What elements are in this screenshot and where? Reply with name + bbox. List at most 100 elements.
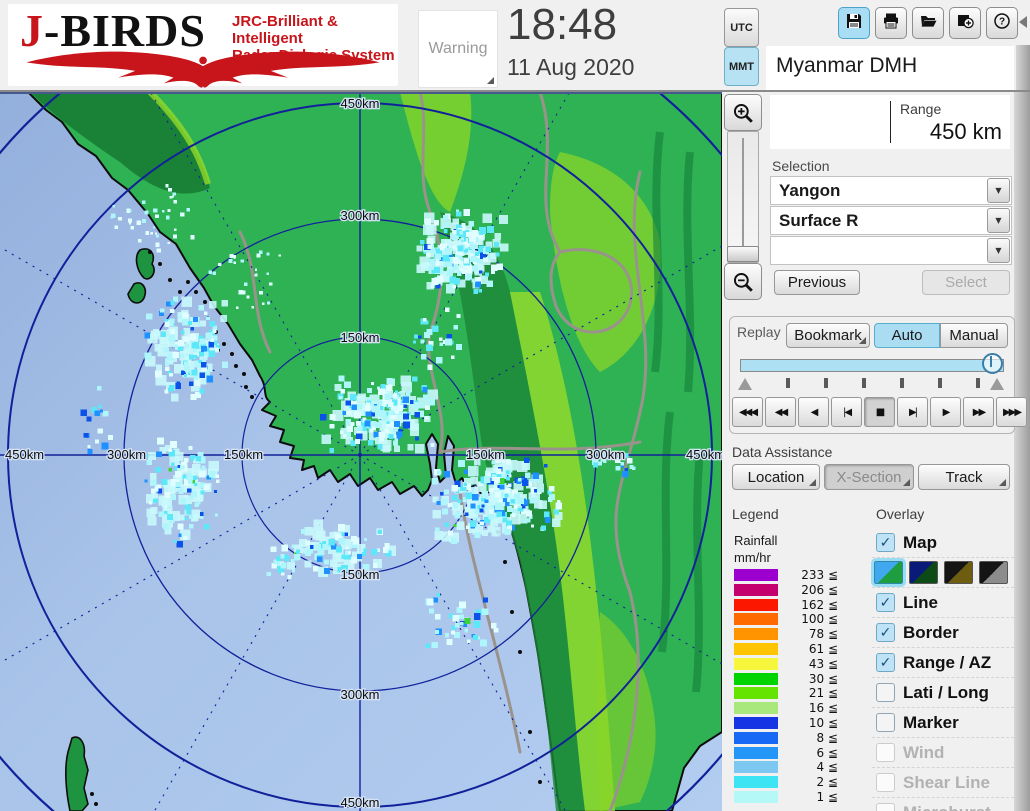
overlay-item-microburst: Microburst bbox=[872, 798, 1014, 811]
legend-unit: Rainfall mm/hr bbox=[734, 532, 777, 566]
legend-swatch bbox=[734, 687, 778, 700]
checkbox-checked-icon[interactable]: ✓ bbox=[876, 593, 895, 612]
map-style-dark-blue-swatch[interactable] bbox=[909, 561, 938, 584]
range-display: Range 450 km bbox=[770, 95, 1010, 149]
eagle-logo-icon bbox=[26, 51, 380, 88]
stop-button[interactable]: ■ bbox=[864, 397, 895, 427]
legend-scale: 233 ≦ 206 ≦ 162 ≦ 100 ≦ 78 ≦ 61 ≦ 43 ≦ 30 ≦ 21 ≦… bbox=[734, 568, 854, 805]
overlay-item-map[interactable]: ✓ Map bbox=[872, 528, 1014, 558]
manual-label: Manual bbox=[949, 327, 999, 344]
replay-slider-thumb[interactable] bbox=[982, 353, 1003, 374]
overlay-item-line[interactable]: ✓ Line bbox=[872, 588, 1014, 618]
range-ring-label: 450km bbox=[5, 447, 44, 462]
slider-end-marker bbox=[738, 378, 752, 390]
overlay-item-label: Wind bbox=[903, 742, 945, 762]
range-ring-label: 150km bbox=[340, 567, 379, 582]
legend-value: 100 ≦ bbox=[801, 612, 838, 627]
zoom-slider-thumb[interactable] bbox=[727, 246, 759, 262]
replay-tick-row bbox=[738, 377, 1004, 391]
overlay-item-range-az[interactable]: ✓ Range / AZ bbox=[872, 648, 1014, 678]
legend-value: 6 ≦ bbox=[816, 745, 838, 760]
map-zoom-control bbox=[724, 94, 762, 300]
legend-row: 16 ≦ bbox=[734, 701, 854, 716]
checkbox-checked-icon[interactable]: ✓ bbox=[876, 623, 895, 642]
radar-map-canvas: 450km 300km 150km 150km 300km 450km 450km 300km… bbox=[0, 0, 831, 811]
checkbox-icon[interactable] bbox=[876, 683, 895, 702]
floppy-icon bbox=[845, 12, 863, 35]
select-label: Select bbox=[945, 274, 987, 291]
step-back-button[interactable]: ◀ bbox=[798, 397, 829, 427]
last-frame-button[interactable]: ▶| bbox=[897, 397, 928, 427]
forward-button[interactable]: ▶▶ bbox=[963, 397, 994, 427]
open-button[interactable] bbox=[912, 7, 944, 39]
legend-row: 43 ≦ bbox=[734, 657, 854, 672]
legend-value: 30 ≦ bbox=[808, 671, 838, 686]
help-button[interactable]: ? bbox=[986, 7, 1018, 39]
mmt-button[interactable]: MMT bbox=[724, 47, 759, 86]
legend-row: 30 ≦ bbox=[734, 672, 854, 687]
first-frame-button[interactable]: |◀ bbox=[831, 397, 862, 427]
manual-button[interactable]: Manual bbox=[940, 323, 1008, 348]
slider-tick bbox=[786, 378, 790, 388]
rewind-fast-button[interactable]: ◀◀◀ bbox=[732, 397, 763, 427]
radar-map[interactable]: 450km 300km 150km 150km 300km 450km 450km 300km… bbox=[0, 0, 831, 811]
bookmark-button[interactable]: Bookmark bbox=[786, 323, 870, 348]
clock-time: 18:48 bbox=[507, 0, 618, 49]
data-assistance-label: Data Assistance bbox=[732, 444, 833, 460]
select-button[interactable]: Select bbox=[922, 270, 1010, 295]
help-icon: ? bbox=[993, 12, 1011, 35]
overlay-item-label: Marker bbox=[903, 712, 959, 732]
location-button[interactable]: Location bbox=[732, 464, 820, 490]
zoom-in-button[interactable] bbox=[724, 94, 762, 131]
legend-row: 1 ≦ bbox=[734, 790, 854, 805]
add-image-button[interactable] bbox=[949, 7, 981, 39]
replay-slider-track[interactable] bbox=[740, 359, 1004, 372]
x-section-label: X-Section bbox=[836, 468, 902, 486]
chevron-down-icon[interactable]: ▼ bbox=[987, 208, 1010, 233]
auto-button[interactable]: Auto bbox=[874, 323, 940, 348]
print-button[interactable] bbox=[875, 7, 907, 39]
track-button[interactable]: Track bbox=[918, 464, 1010, 490]
header-bar: J-BIRDS JRC-Brilliant & Intelligent Rada… bbox=[0, 0, 1030, 92]
checkbox-icon bbox=[876, 773, 895, 792]
zoom-out-button[interactable] bbox=[724, 263, 762, 300]
chevron-down-icon[interactable]: ▼ bbox=[987, 238, 1010, 263]
map-style-gray-swatch[interactable] bbox=[979, 561, 1008, 584]
overlay-item-border[interactable]: ✓ Border bbox=[872, 618, 1014, 648]
play-button[interactable]: ▶ bbox=[930, 397, 961, 427]
x-section-button[interactable]: X-Section bbox=[824, 464, 914, 490]
checkbox-checked-icon[interactable]: ✓ bbox=[876, 653, 895, 672]
transport-controls: ◀◀◀ ◀◀ ◀ |◀ ■ ▶| ▶ ▶▶ ▶▶▶ bbox=[732, 397, 1027, 427]
range-ring-label: 150km bbox=[466, 447, 505, 462]
panel-edge-strip bbox=[1014, 92, 1030, 811]
previous-button[interactable]: Previous bbox=[774, 270, 860, 295]
legend-swatch bbox=[734, 746, 778, 759]
auto-label: Auto bbox=[891, 327, 923, 344]
checkbox-icon[interactable] bbox=[876, 713, 895, 732]
forward-fast-button[interactable]: ▶▶▶ bbox=[996, 397, 1027, 427]
map-style-olive-swatch[interactable] bbox=[944, 561, 973, 584]
legend-swatch bbox=[734, 716, 778, 729]
legend-value: 78 ≦ bbox=[808, 627, 838, 642]
range-ring-label: 150km bbox=[224, 447, 263, 462]
overlay-item-lati-long[interactable]: Lati / Long bbox=[872, 678, 1014, 708]
overlay-item-marker[interactable]: Marker bbox=[872, 708, 1014, 738]
rewind-button[interactable]: ◀◀ bbox=[765, 397, 796, 427]
panel-collapse-arrow-icon[interactable] bbox=[1019, 16, 1027, 28]
legend-value: 21 ≦ bbox=[808, 686, 838, 701]
save-button[interactable] bbox=[838, 7, 870, 39]
utc-button[interactable]: UTC bbox=[724, 8, 759, 47]
checkbox-checked-icon[interactable]: ✓ bbox=[876, 533, 895, 552]
chevron-down-icon[interactable]: ▼ bbox=[987, 178, 1010, 203]
legend-row: 8 ≦ bbox=[734, 731, 854, 746]
map-style-light-swatch[interactable] bbox=[871, 558, 906, 587]
warning-button[interactable]: Warning bbox=[418, 10, 498, 88]
overlay-title: Overlay bbox=[876, 506, 925, 522]
product-dropdown[interactable]: Surface R ▼ bbox=[770, 206, 1012, 235]
overlay-item-wind: Wind bbox=[872, 738, 1014, 768]
option-dropdown[interactable]: ▼ bbox=[770, 236, 1012, 265]
range-divider bbox=[890, 101, 891, 143]
zoom-slider-track[interactable] bbox=[727, 131, 759, 263]
site-dropdown[interactable]: Yangon ▼ bbox=[770, 176, 1012, 205]
legend-swatch bbox=[734, 657, 778, 670]
